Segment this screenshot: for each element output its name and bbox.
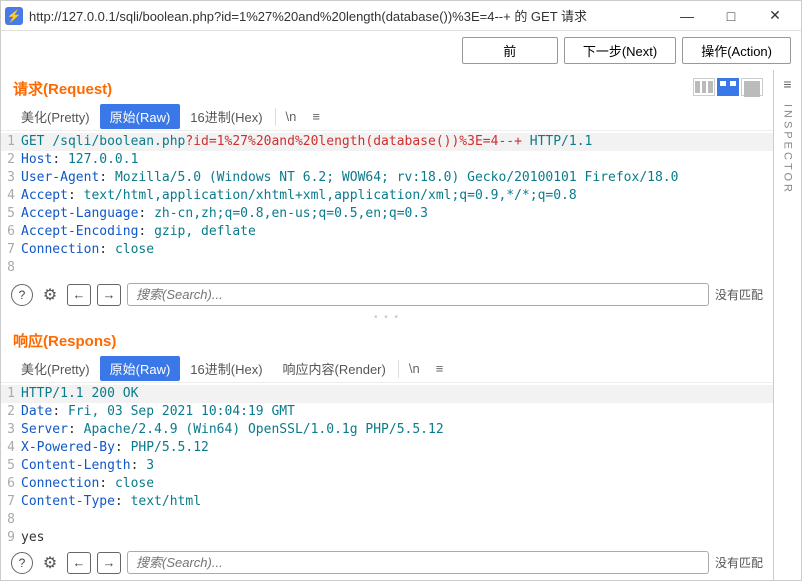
window-title: http://127.0.0.1/sqli/boolean.php?id=1%2… [29, 6, 665, 25]
request-editor[interactable]: 1GET /sqli/boolean.php?id=1%27%20and%20l… [1, 131, 773, 279]
next-match-button[interactable]: → [97, 284, 121, 306]
next-match-button[interactable]: → [97, 552, 121, 574]
tab-render[interactable]: 响应内容(Render) [273, 356, 396, 381]
request-search-input[interactable] [127, 283, 709, 306]
response-tabs: 美化(Pretty) 原始(Raw) 16进制(Hex) 响应内容(Render… [1, 355, 773, 383]
inspector-toggle-icon[interactable]: ≡ [783, 76, 791, 92]
inspector-label: INSPECTOR [782, 104, 794, 195]
response-no-match: 没有匹配 [715, 554, 763, 571]
app-icon: ⚡ [5, 7, 23, 25]
gear-icon[interactable]: ⚙ [39, 552, 61, 574]
titlebar: ⚡ http://127.0.0.1/sqli/boolean.php?id=1… [1, 1, 801, 31]
tab-raw[interactable]: 原始(Raw) [100, 356, 181, 381]
help-icon[interactable]: ? [11, 284, 33, 306]
action-toolbar: 前 下一步(Next) 操作(Action) [1, 31, 801, 70]
menu-icon[interactable]: ≡ [304, 107, 328, 126]
tab-hex[interactable]: 16进制(Hex) [180, 104, 272, 129]
maximize-button[interactable]: □ [709, 2, 753, 30]
help-icon[interactable]: ? [11, 552, 33, 574]
tab-pretty[interactable]: 美化(Pretty) [11, 356, 100, 381]
action-button[interactable]: 操作(Action) [682, 37, 791, 64]
tab-pretty[interactable]: 美化(Pretty) [11, 104, 100, 129]
response-title: 响应(Respons) [1, 322, 773, 355]
minimize-button[interactable]: ― [665, 2, 709, 30]
tab-hex[interactable]: 16进制(Hex) [180, 356, 272, 381]
request-title: 请求(Request) [1, 70, 124, 103]
request-no-match: 没有匹配 [715, 286, 763, 303]
next-button[interactable]: 下一步(Next) [564, 37, 676, 64]
response-editor[interactable]: 1HTTP/1.1 200 OK2Date: Fri, 03 Sep 2021 … [1, 383, 773, 547]
layout-single-button[interactable] [741, 78, 763, 96]
close-button[interactable]: ✕ [753, 2, 797, 30]
menu-icon[interactable]: ≡ [428, 359, 452, 378]
prev-match-button[interactable]: ← [67, 284, 91, 306]
layout-stacked-button[interactable] [717, 78, 739, 96]
response-search-input[interactable] [127, 551, 709, 574]
gear-icon[interactable]: ⚙ [39, 284, 61, 306]
newline-toggle[interactable]: \n [401, 359, 428, 378]
tab-raw[interactable]: 原始(Raw) [100, 104, 181, 129]
back-button[interactable]: 前 [462, 37, 558, 64]
layout-columns-button[interactable] [693, 78, 715, 96]
inspector-sidebar[interactable]: ≡ INSPECTOR [773, 70, 801, 580]
pane-divider[interactable]: • • • [1, 312, 773, 322]
request-tabs: 美化(Pretty) 原始(Raw) 16进制(Hex) \n ≡ [1, 103, 773, 131]
prev-match-button[interactable]: ← [67, 552, 91, 574]
newline-toggle[interactable]: \n [278, 107, 305, 126]
